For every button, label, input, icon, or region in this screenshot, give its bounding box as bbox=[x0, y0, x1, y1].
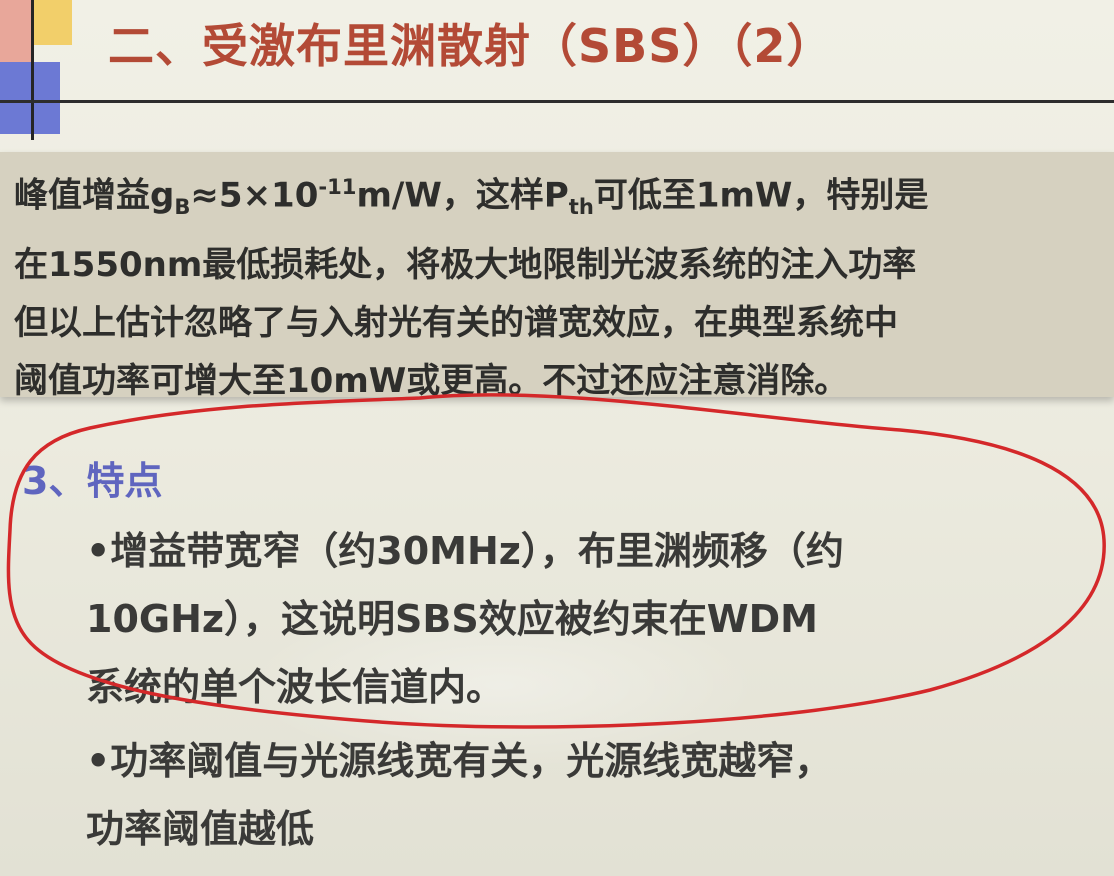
annotation-circle-stroke bbox=[6, 393, 1106, 729]
hand-drawn-annotation-circle bbox=[6, 393, 1106, 729]
